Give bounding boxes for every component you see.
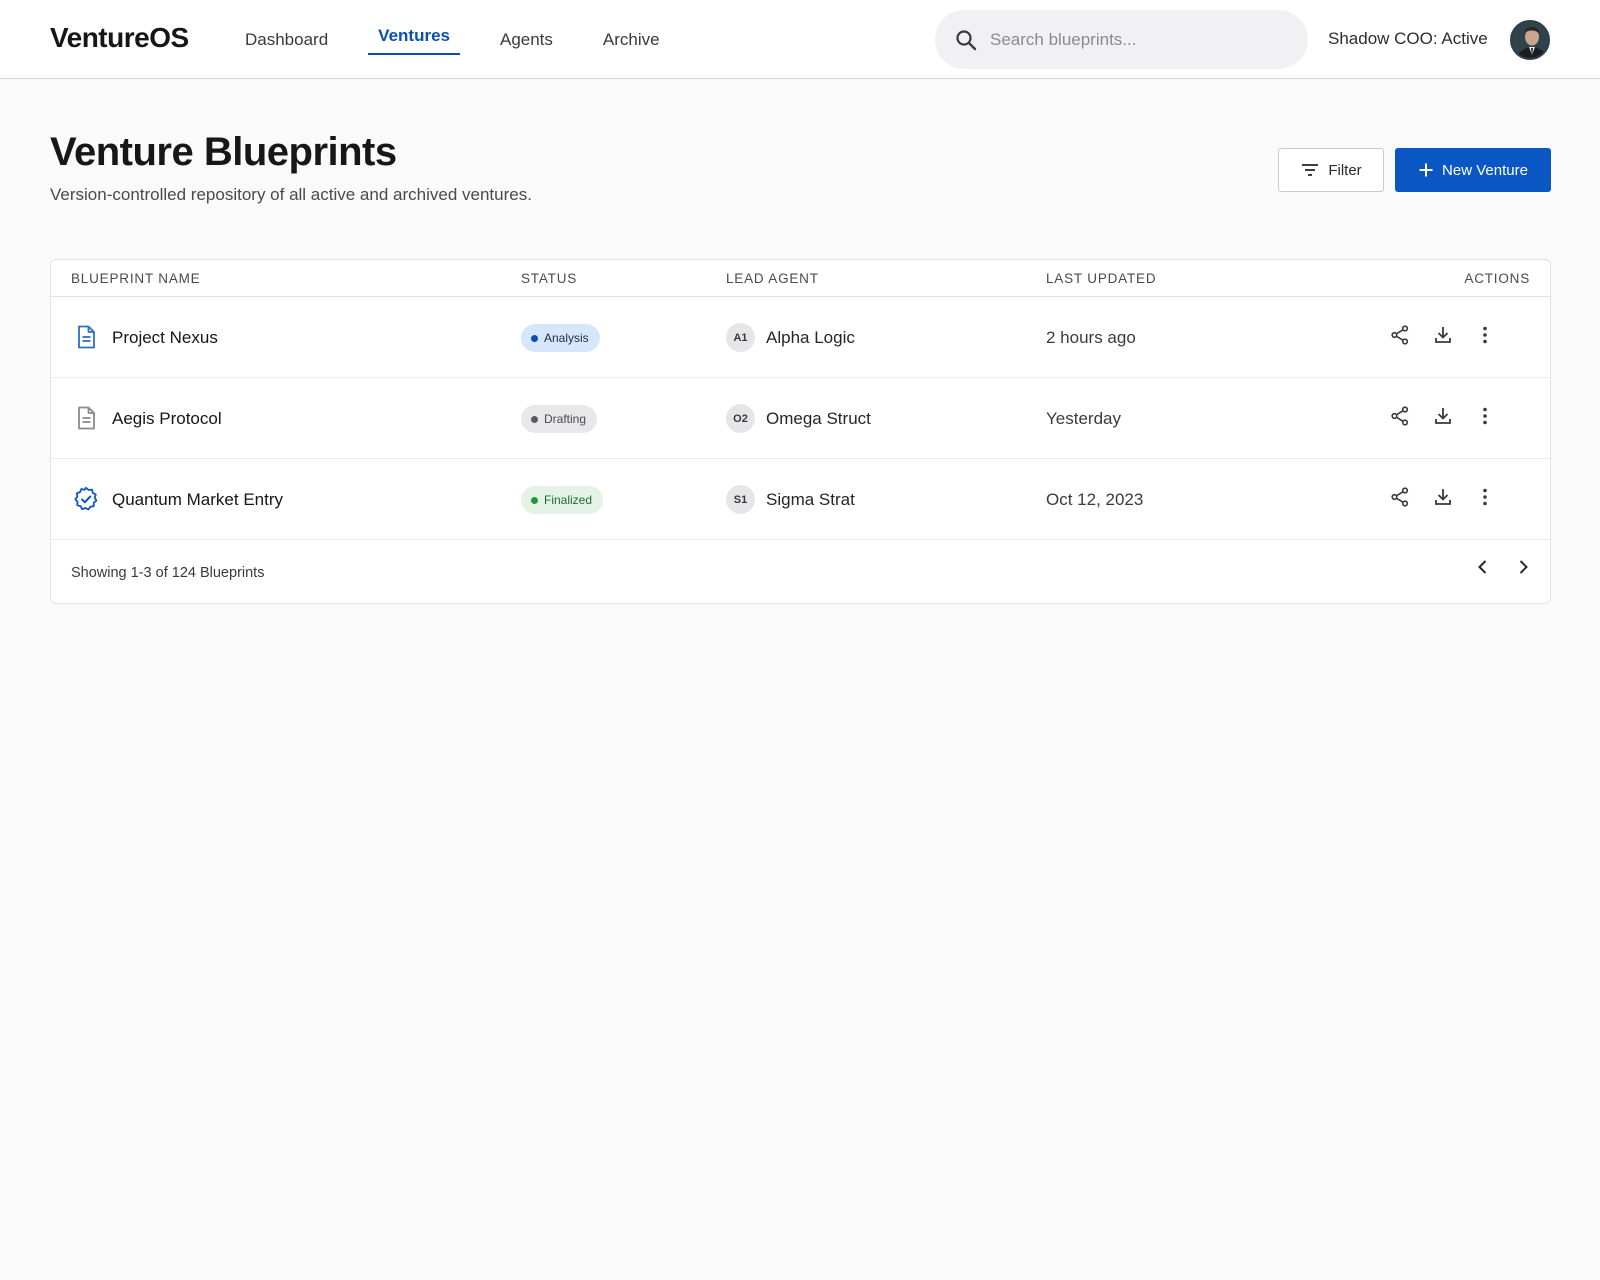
agent-avatar: S1 bbox=[726, 485, 755, 514]
app-logo[interactable]: VentureOS bbox=[50, 22, 189, 54]
more-options-icon[interactable] bbox=[1473, 404, 1497, 428]
search-icon[interactable] bbox=[954, 28, 978, 52]
agent-avatar: A1 bbox=[726, 323, 755, 352]
last-updated: Oct 12, 2023 bbox=[1046, 490, 1144, 509]
download-icon[interactable] bbox=[1431, 404, 1455, 428]
table-header: BLUEPRINT NAME STATUS LEAD AGENT LAST UP… bbox=[51, 260, 1550, 297]
chevron-left-icon[interactable] bbox=[1471, 555, 1495, 579]
status-badge: Drafting bbox=[521, 405, 598, 433]
lead-agent-name: Omega Struct bbox=[766, 409, 871, 428]
share-icon[interactable] bbox=[1388, 485, 1412, 509]
more-options-icon[interactable] bbox=[1473, 323, 1497, 347]
column-header-actions: ACTIONS bbox=[1464, 271, 1530, 286]
blueprint-name[interactable]: Project Nexus bbox=[112, 328, 218, 348]
search-input[interactable] bbox=[990, 10, 1290, 69]
column-header-last-updated[interactable]: LAST UPDATED bbox=[1046, 271, 1156, 286]
status-badge: Finalized bbox=[521, 486, 604, 514]
status-dot bbox=[531, 415, 538, 423]
last-updated: 2 hours ago bbox=[1046, 328, 1136, 347]
search-box bbox=[935, 10, 1308, 69]
plus-icon bbox=[1418, 162, 1434, 178]
new-venture-button[interactable]: New Venture bbox=[1395, 148, 1551, 192]
table-row[interactable]: Quantum Market Entry Finalized S1 Sigma … bbox=[51, 459, 1550, 540]
status-label: Drafting bbox=[544, 412, 587, 426]
page-title: Venture Blueprints bbox=[50, 130, 397, 174]
table-row[interactable]: Aegis Protocol Drafting O2 Omega Struct … bbox=[51, 378, 1550, 459]
column-header-lead-agent[interactable]: LEAD AGENT bbox=[726, 271, 819, 286]
blueprints-table: BLUEPRINT NAME STATUS LEAD AGENT LAST UP… bbox=[50, 259, 1551, 604]
download-icon[interactable] bbox=[1431, 323, 1455, 347]
lead-agent-name: Sigma Strat bbox=[766, 490, 855, 509]
lead-agent-name: Alpha Logic bbox=[766, 328, 855, 347]
status-dot bbox=[531, 334, 538, 342]
nav-item-ventures[interactable]: Ventures bbox=[368, 0, 460, 79]
main-nav: Dashboard Ventures Agents Archive bbox=[235, 0, 700, 79]
top-navigation-bar: VentureOS Dashboard Ventures Agents Arch… bbox=[0, 0, 1600, 79]
status-label: Finalized bbox=[544, 493, 593, 507]
user-avatar[interactable] bbox=[1510, 20, 1550, 60]
nav-item-archive[interactable]: Archive bbox=[593, 0, 670, 79]
last-updated: Yesterday bbox=[1046, 409, 1121, 428]
verified-badge-icon bbox=[73, 486, 99, 512]
blueprint-name[interactable]: Quantum Market Entry bbox=[112, 490, 283, 510]
column-header-status[interactable]: STATUS bbox=[521, 271, 577, 286]
share-icon[interactable] bbox=[1388, 404, 1412, 428]
filter-icon bbox=[1300, 162, 1320, 178]
download-icon[interactable] bbox=[1431, 485, 1455, 509]
status-badge: Analysis bbox=[521, 324, 600, 352]
filter-button[interactable]: Filter bbox=[1278, 148, 1384, 192]
new-venture-button-label: New Venture bbox=[1442, 161, 1528, 179]
column-header-blueprint-name[interactable]: BLUEPRINT NAME bbox=[71, 271, 200, 286]
coo-status-text: Shadow COO: Active bbox=[1328, 29, 1488, 48]
agent-avatar: O2 bbox=[726, 404, 755, 433]
pagination-summary: Showing 1-3 of 124 Blueprints bbox=[71, 565, 265, 581]
blueprint-name[interactable]: Aegis Protocol bbox=[112, 409, 222, 429]
nav-item-agents[interactable]: Agents bbox=[490, 0, 563, 79]
nav-item-dashboard[interactable]: Dashboard bbox=[235, 0, 338, 79]
page-subtitle: Version-controlled repository of all act… bbox=[50, 185, 532, 204]
document-icon bbox=[73, 405, 99, 431]
chevron-right-icon[interactable] bbox=[1511, 555, 1535, 579]
filter-button-label: Filter bbox=[1328, 161, 1362, 179]
status-dot bbox=[531, 496, 538, 504]
status-label: Analysis bbox=[544, 331, 589, 345]
share-icon[interactable] bbox=[1388, 323, 1412, 347]
more-options-icon[interactable] bbox=[1473, 485, 1497, 509]
document-icon bbox=[73, 324, 99, 350]
table-row[interactable]: Project Nexus Analysis A1 Alpha Logic 2 … bbox=[51, 297, 1550, 378]
